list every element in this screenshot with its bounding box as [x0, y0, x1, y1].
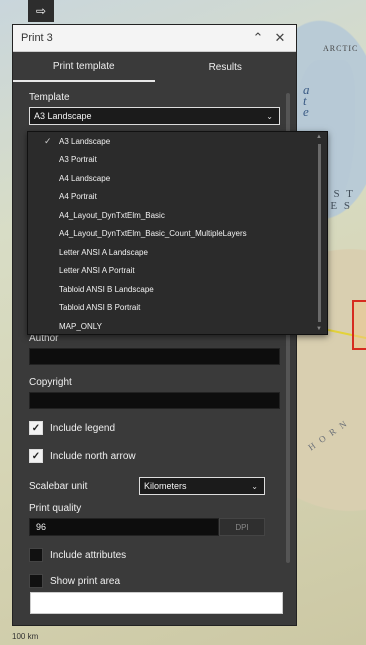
- template-dropdown-list: ✓ A3 Landscape A3 Portrait A4 Landscape …: [27, 131, 328, 335]
- template-option[interactable]: A3 Portrait: [28, 151, 327, 170]
- template-option-label: MAP_ONLY: [59, 321, 102, 331]
- template-option[interactable]: ✓ A3 Landscape: [28, 132, 327, 151]
- include-attributes-label: Include attributes: [50, 549, 127, 561]
- show-print-area-row[interactable]: Show print area: [29, 574, 280, 588]
- print-title: Print 3: [21, 32, 53, 44]
- scalebar-selected-value: Kilometers: [144, 481, 187, 491]
- print-tabs: Print template Results: [13, 52, 296, 82]
- close-icon[interactable]: ✕: [272, 30, 288, 46]
- template-option[interactable]: A4_Layout_DynTxtElm_Basic: [28, 206, 327, 225]
- template-option[interactable]: A4 Landscape: [28, 169, 327, 188]
- map-label-horn: H O R N: [306, 417, 350, 453]
- print-quality-row: 96 DPI: [29, 518, 280, 536]
- template-option-label: A4_Layout_DynTxtElm_Basic: [59, 210, 165, 220]
- template-option-label: Tabloid ANSI B Landscape: [59, 284, 154, 294]
- chevron-double-up-icon[interactable]: ⌃: [250, 30, 266, 46]
- template-option[interactable]: Tabloid ANSI B Portrait: [28, 299, 327, 318]
- tab-print-template[interactable]: Print template: [13, 52, 155, 82]
- template-option-label: A4_Layout_DynTxtElm_Basic_Count_Multiple…: [59, 229, 247, 239]
- template-option[interactable]: MAP_ONLY: [28, 317, 327, 336]
- scalebar-row: Scalebar unit Kilometers ⌄: [29, 477, 280, 495]
- map-scale-label: 100 km: [12, 632, 39, 641]
- template-option-label: A4 Portrait: [59, 192, 97, 202]
- template-option[interactable]: Letter ANSI A Portrait: [28, 262, 327, 281]
- template-selected-value: A3 Landscape: [34, 111, 92, 121]
- dropdown-scrollbar[interactable]: [318, 144, 321, 322]
- print-titlebar: Print 3 ⌃ ✕: [13, 25, 296, 52]
- include-attributes-row[interactable]: Include attributes: [29, 548, 280, 562]
- chevron-down-icon: ⌄: [266, 111, 273, 121]
- template-option[interactable]: Tabloid ANSI B Landscape: [28, 280, 327, 299]
- scroll-down-icon[interactable]: ▼: [316, 326, 322, 332]
- scalebar-unit-select[interactable]: Kilometers ⌄: [139, 477, 265, 495]
- tab-results[interactable]: Results: [155, 52, 297, 82]
- include-legend-row[interactable]: ✓ Include legend: [29, 421, 280, 435]
- template-option-label: Letter ANSI A Portrait: [59, 266, 135, 276]
- scroll-up-icon[interactable]: ▲: [316, 134, 322, 140]
- checkmark-icon: ✓: [44, 135, 52, 146]
- print-quality-label: Print quality: [29, 503, 82, 514]
- include-north-arrow-checkbox[interactable]: ✓: [29, 449, 43, 463]
- include-north-arrow-row[interactable]: ✓ Include north arrow: [29, 449, 280, 463]
- include-legend-label: Include legend: [50, 422, 116, 434]
- dpi-unit: DPI: [219, 518, 265, 536]
- show-print-area-checkbox[interactable]: [29, 574, 43, 588]
- template-option[interactable]: Letter ANSI A Landscape: [28, 243, 327, 262]
- template-option-label: A4 Landscape: [59, 173, 111, 183]
- map-highlight-area: [352, 300, 366, 350]
- template-option-label: A3 Landscape: [59, 136, 111, 146]
- copyright-label: Copyright: [29, 377, 72, 388]
- template-option[interactable]: A4 Portrait: [28, 188, 327, 207]
- template-option-label: Tabloid ANSI B Portrait: [59, 303, 141, 313]
- include-north-arrow-label: Include north arrow: [50, 450, 136, 462]
- include-attributes-checkbox[interactable]: [29, 548, 43, 562]
- template-option[interactable]: A4_Layout_DynTxtElm_Basic_Count_Multiple…: [28, 225, 327, 244]
- template-option-label: A3 Portrait: [59, 155, 97, 165]
- author-input[interactable]: [29, 348, 280, 365]
- include-legend-checkbox[interactable]: ✓: [29, 421, 43, 435]
- template-select[interactable]: A3 Landscape ⌄: [29, 107, 280, 125]
- map-label-arctic: ARCTIC: [323, 44, 359, 53]
- show-print-area-label: Show print area: [50, 575, 121, 587]
- scalebar-label: Scalebar unit: [29, 480, 88, 492]
- print-quality-input[interactable]: 96: [29, 518, 219, 536]
- export-arrow-icon[interactable]: ⇨: [28, 0, 54, 22]
- template-option-label: Letter ANSI A Landscape: [59, 247, 148, 257]
- map-label-ate: a t e: [303, 82, 312, 119]
- chevron-down-icon: ⌄: [251, 481, 258, 491]
- template-label: Template: [29, 92, 70, 103]
- copyright-input[interactable]: [29, 392, 280, 409]
- print-button[interactable]: [30, 592, 283, 614]
